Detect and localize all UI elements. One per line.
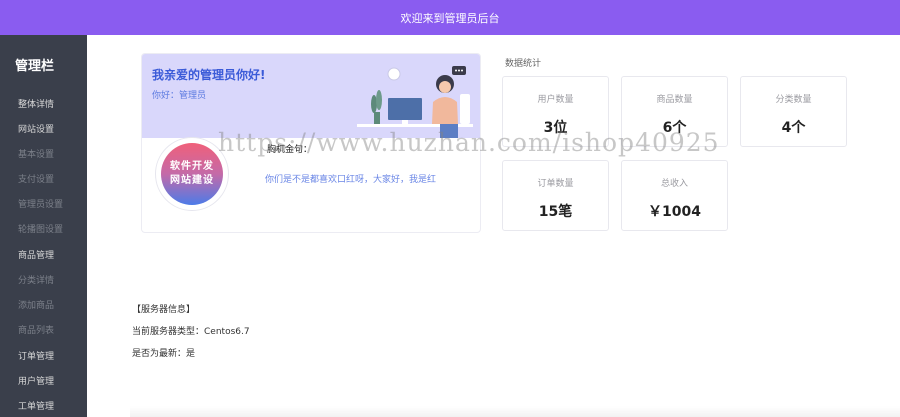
server-type-value: Centos6.7	[204, 327, 250, 337]
avatar-logo: 软件开发 网站建设	[161, 143, 223, 205]
stat-label: 分类数量	[775, 95, 812, 105]
header-title: 欢迎来到管理员后台	[400, 11, 500, 25]
sidebar-item-overview[interactable]: 整体详情	[18, 97, 54, 110]
quote-text: 你们是不是都喜欢口红呀，大家好，我是红	[265, 175, 437, 185]
stat-value: 15笔	[538, 204, 573, 220]
sidebar-item-admin-settings[interactable]: 管理员设置	[18, 197, 63, 210]
sidebar-item-product-list[interactable]: 商品列表	[18, 323, 54, 336]
sidebar-item-order-management[interactable]: 订单管理	[18, 349, 54, 362]
sidebar-item-site-settings[interactable]: 网站设置	[18, 122, 54, 135]
stat-label: 订单数量	[537, 179, 574, 189]
sidebar-title: 管理栏	[15, 59, 55, 74]
server-latest-label: 是否为最新：	[132, 349, 187, 359]
greeting-subtitle: 你好：管理员	[152, 91, 207, 101]
top-header: 欢迎来到管理员后台	[0, 0, 900, 35]
sidebar-item-category-details[interactable]: 分类详情	[18, 273, 54, 286]
sidebar-item-carousel-settings[interactable]: 轮播图设置	[18, 222, 63, 235]
avatar-text-line1: 软件开发	[170, 161, 214, 172]
greeting-text: 我亲爱的管理员你好!	[152, 68, 266, 82]
sidebar-item-basic-settings[interactable]: 基本设置	[18, 147, 54, 160]
stat-label: 总收入	[660, 179, 688, 189]
sidebar: 管理栏 整体详情 网站设置 基本设置 支付设置 管理员设置 轮播图设置 商品管理…	[0, 35, 87, 417]
server-type-row: 当前服务器类型：Centos6.7	[132, 324, 250, 337]
stat-card-categories: 分类数量 4个	[740, 76, 847, 147]
server-info-heading: 【服务器信息】	[132, 305, 196, 315]
sidebar-item-add-product[interactable]: 添加商品	[18, 298, 54, 311]
stat-value: 4个	[781, 120, 806, 136]
sidebar-item-product-management[interactable]: 商品管理	[18, 248, 54, 261]
stat-card-revenue: 总收入 ￥1004	[621, 160, 728, 231]
stat-card-orders: 订单数量 15笔	[502, 160, 609, 231]
bottom-shadow	[130, 406, 900, 417]
watermark: https://www.huzhan.com/ishop40925	[218, 128, 720, 157]
stats-title: 数据统计	[505, 59, 542, 69]
server-latest-row: 是否为最新：是	[132, 346, 195, 359]
sidebar-item-ticket-management[interactable]: 工单管理	[18, 399, 54, 412]
server-type-label: 当前服务器类型：	[132, 327, 205, 337]
stat-value: ￥1004	[648, 204, 701, 220]
server-latest-value: 是	[186, 349, 196, 359]
office-illustration	[357, 66, 473, 138]
sidebar-item-payment-settings[interactable]: 支付设置	[18, 172, 54, 185]
stat-label: 商品数量	[656, 95, 693, 105]
sidebar-item-user-management[interactable]: 用户管理	[18, 374, 54, 387]
stat-label: 用户数量	[537, 95, 574, 105]
avatar-text-line2: 网站建设	[170, 175, 214, 186]
